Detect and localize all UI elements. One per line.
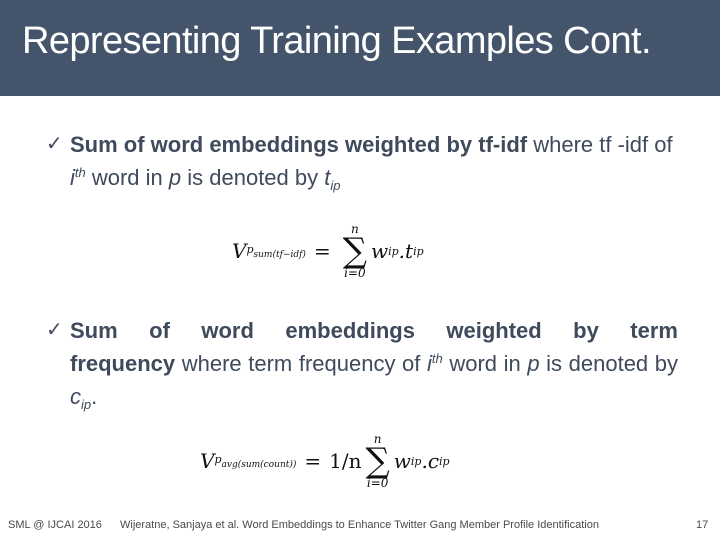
slide-title: Representing Training Examples Cont. bbox=[22, 20, 652, 62]
subscript-ip: ip bbox=[330, 178, 341, 193]
sum-lower-limit: i=0 bbox=[366, 476, 389, 490]
bullet-text-part: where tf -idf of bbox=[527, 132, 673, 157]
eq-term-w: w bbox=[370, 239, 389, 263]
equation-tfidf: Vpsum(tf−idf) = n ∑ i=0 w ip. t ip bbox=[232, 222, 424, 280]
superscript-th: th bbox=[431, 351, 443, 366]
bullet-term-frequency: ✓ Sum of word embeddings weighted by ter… bbox=[46, 314, 678, 413]
eq-term-w: w bbox=[393, 449, 411, 473]
bullet-text: Sum of word embeddings weighted by tf-id… bbox=[70, 128, 686, 194]
var-p: p bbox=[527, 351, 540, 376]
eq-term-c: c bbox=[427, 449, 440, 473]
sigma-icon: ∑ bbox=[342, 231, 367, 271]
bullet-text-part: is denoted by bbox=[539, 351, 678, 376]
eq-term-t: t bbox=[405, 239, 414, 263]
bullet-bold: Sum of word embeddings weighted by tf-id… bbox=[70, 132, 528, 157]
bullet-text-part: word in bbox=[85, 165, 169, 190]
bullet-tfidf: ✓ Sum of word embeddings weighted by tf-… bbox=[46, 128, 686, 194]
bullet-text-part: word in bbox=[442, 351, 528, 376]
eq-lhs: V bbox=[200, 449, 215, 473]
var-c: c bbox=[70, 384, 81, 409]
bullet-text-part: where term frequency of bbox=[175, 351, 427, 376]
var-p: p bbox=[168, 165, 182, 190]
eq-lhs-subsub: avg(sum(count)) bbox=[221, 459, 297, 470]
footer-conference: SML @ IJCAI 2016 bbox=[8, 519, 102, 531]
equation-term-frequency: Vpavg(sum(count)) = 1/n n ∑ i=0 w ip. c ip bbox=[200, 432, 450, 490]
checkmark-icon: ✓ bbox=[46, 133, 63, 155]
eq-coefficient: 1/n bbox=[329, 449, 362, 473]
bullet-bold: Sum of word embeddings weighted by term bbox=[70, 318, 678, 343]
summation: n ∑ i=0 bbox=[343, 222, 367, 280]
eq-lhs-subsub: sum(tf−idf) bbox=[253, 249, 306, 260]
eq-term-w-sub: ip bbox=[410, 454, 422, 468]
subscript-ip: ip bbox=[81, 397, 92, 412]
eq-lhs: V bbox=[232, 239, 247, 263]
bullet-text: Sum of word embeddings weighted by term f… bbox=[70, 314, 678, 413]
eq-operator: = bbox=[304, 449, 322, 473]
bullet-bold: frequency bbox=[70, 351, 176, 376]
eq-term-w-sub: ip bbox=[388, 244, 399, 258]
sigma-icon: ∑ bbox=[365, 441, 390, 481]
eq-operator: = bbox=[313, 239, 331, 263]
checkmark-icon: ✓ bbox=[46, 319, 63, 341]
superscript-th: th bbox=[74, 165, 86, 180]
summation: n ∑ i=0 bbox=[365, 432, 389, 490]
eq-term-t-sub: ip bbox=[413, 244, 424, 258]
footer-citation: Wijeratne, Sanjaya et al. Word Embedding… bbox=[120, 519, 599, 531]
page-number: 17 bbox=[696, 519, 709, 531]
bullet-period: . bbox=[91, 384, 98, 409]
eq-lhs-sub: p bbox=[246, 242, 254, 256]
title-bar: Representing Training Examples Cont. bbox=[0, 0, 720, 96]
sum-lower-limit: i=0 bbox=[344, 266, 366, 280]
eq-term-c-sub: ip bbox=[439, 454, 450, 468]
eq-lhs-sub: p bbox=[214, 452, 222, 466]
bullet-text-part: is denoted by bbox=[181, 165, 325, 190]
